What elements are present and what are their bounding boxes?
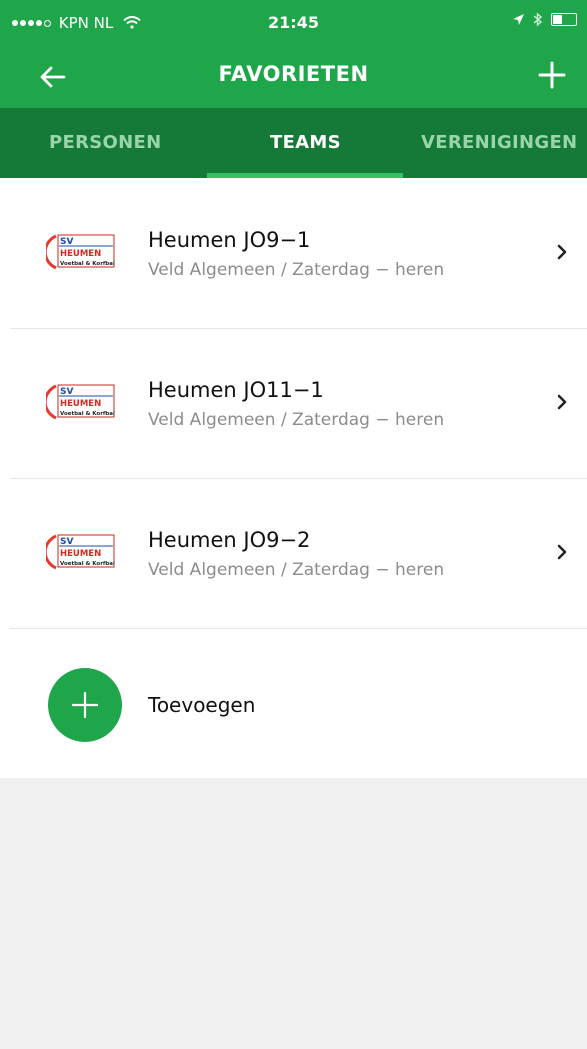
svg-text:Voetbal & Korfbal: Voetbal & Korfbal [60,261,115,267]
tab-teams[interactable]: TEAMS [270,132,341,153]
team-logo: SV HEUMEN Voetbal & Korfbal [46,534,115,570]
add-team-label: Toevoegen [148,693,256,717]
team-name: Heumen JO9−1 [148,228,311,252]
location-arrow-icon [513,14,524,25]
team-subtitle: Veld Algemeen / Zaterdag − heren [148,560,445,580]
page-title: FAVORIETEN [218,62,369,86]
teams-list: SV HEUMEN Voetbal & Korfbal Heumen JO9−1… [0,178,587,778]
status-indicators [512,12,577,27]
svg-text:HEUMEN: HEUMEN [60,249,101,259]
add-team-row[interactable]: Toevoegen [0,628,587,778]
chevron-right-icon [557,244,567,260]
svg-text:HEUMEN: HEUMEN [60,549,101,559]
team-name: Heumen JO9−2 [148,528,311,552]
battery-icon [551,13,577,26]
status-time: 21:45 [268,13,319,32]
bluetooth-icon [533,12,543,27]
plus-icon [538,61,566,89]
team-name: Heumen JO11−1 [148,378,324,402]
svg-text:Voetbal & Korfbal: Voetbal & Korfbal [60,411,115,417]
plus-icon [71,691,99,719]
team-subtitle: Veld Algemeen / Zaterdag − heren [148,260,445,280]
team-row[interactable]: SV HEUMEN Voetbal & Korfbal Heumen JO9−2… [0,478,587,628]
chevron-right-icon [557,394,567,410]
svg-text:Voetbal & Korfbal: Voetbal & Korfbal [60,561,115,567]
tab-bar: PERSONEN TEAMS VERENIGINGEN [0,108,587,178]
svg-text:HEUMEN: HEUMEN [60,399,101,409]
team-logo: SV HEUMEN Voetbal & Korfbal [46,234,115,270]
app-header: KPN NL 21:45 FAVORIETEN [0,0,587,110]
team-subtitle: Veld Algemeen / Zaterdag − heren [148,410,445,430]
add-team-button[interactable] [48,668,122,742]
team-logo: SV HEUMEN Voetbal & Korfbal [46,384,115,420]
tab-verenigingen[interactable]: VERENIGINGEN [421,132,577,153]
status-bar: KPN NL 21:45 [0,0,587,44]
tab-personen[interactable]: PERSONEN [49,132,161,153]
favorites-screen: KPN NL 21:45 FAVORIETEN PERSONEN TEAMS V… [0,0,587,1049]
add-favorite-button[interactable] [537,60,567,90]
team-row[interactable]: SV HEUMEN Voetbal & Korfbal Heumen JO11−… [0,328,587,478]
team-row[interactable]: SV HEUMEN Voetbal & Korfbal Heumen JO9−1… [0,178,587,328]
chevron-right-icon [557,544,567,560]
navigation-bar: FAVORIETEN [0,44,587,108]
